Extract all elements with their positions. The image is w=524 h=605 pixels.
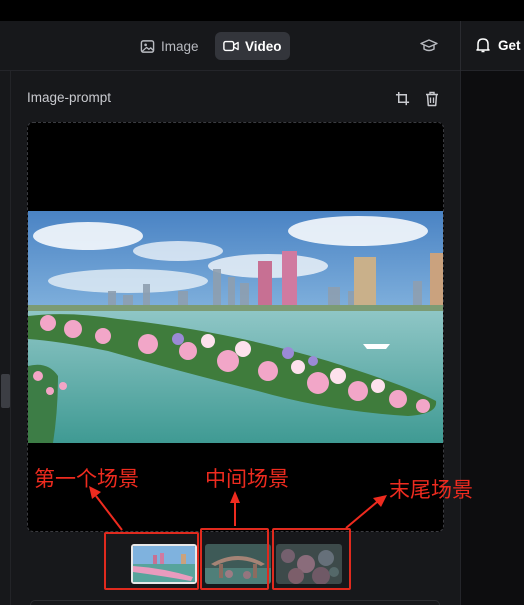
- highlight-last-scene: [272, 528, 351, 590]
- bell-icon: [476, 38, 490, 53]
- get-label: Get: [498, 37, 521, 53]
- main-scene-image: [28, 211, 443, 443]
- get-button[interactable]: Get: [476, 37, 521, 53]
- annotation-middle-scene: 中间场景: [205, 467, 289, 491]
- trash-icon[interactable]: [425, 91, 439, 112]
- video-mode-label: Video: [245, 38, 282, 54]
- image-mode-tab[interactable]: Image: [132, 32, 207, 60]
- left-sidebar-edge: [0, 71, 11, 605]
- highlight-middle-scene: [200, 528, 269, 590]
- next-section-border: [30, 600, 440, 605]
- image-prompt-title: Image-prompt: [27, 90, 112, 105]
- toolbar-divider: [460, 21, 461, 71]
- window-top-strip: [0, 0, 524, 21]
- image-icon: [140, 39, 155, 53]
- top-toolbar: Image Video: [0, 21, 524, 71]
- annotation-last-scene: 末尾场景: [389, 478, 473, 502]
- image-mode-label: Image: [161, 38, 199, 54]
- preview-area: [460, 71, 524, 605]
- crop-icon[interactable]: [395, 91, 410, 111]
- video-camera-icon: [223, 40, 239, 52]
- graduation-cap-icon[interactable]: [420, 38, 438, 59]
- annotation-first-scene: 第一个场景: [34, 467, 139, 491]
- video-mode-tab[interactable]: Video: [215, 32, 290, 60]
- highlight-first-scene: [104, 532, 199, 590]
- scrollbar-thumb[interactable]: [1, 374, 10, 408]
